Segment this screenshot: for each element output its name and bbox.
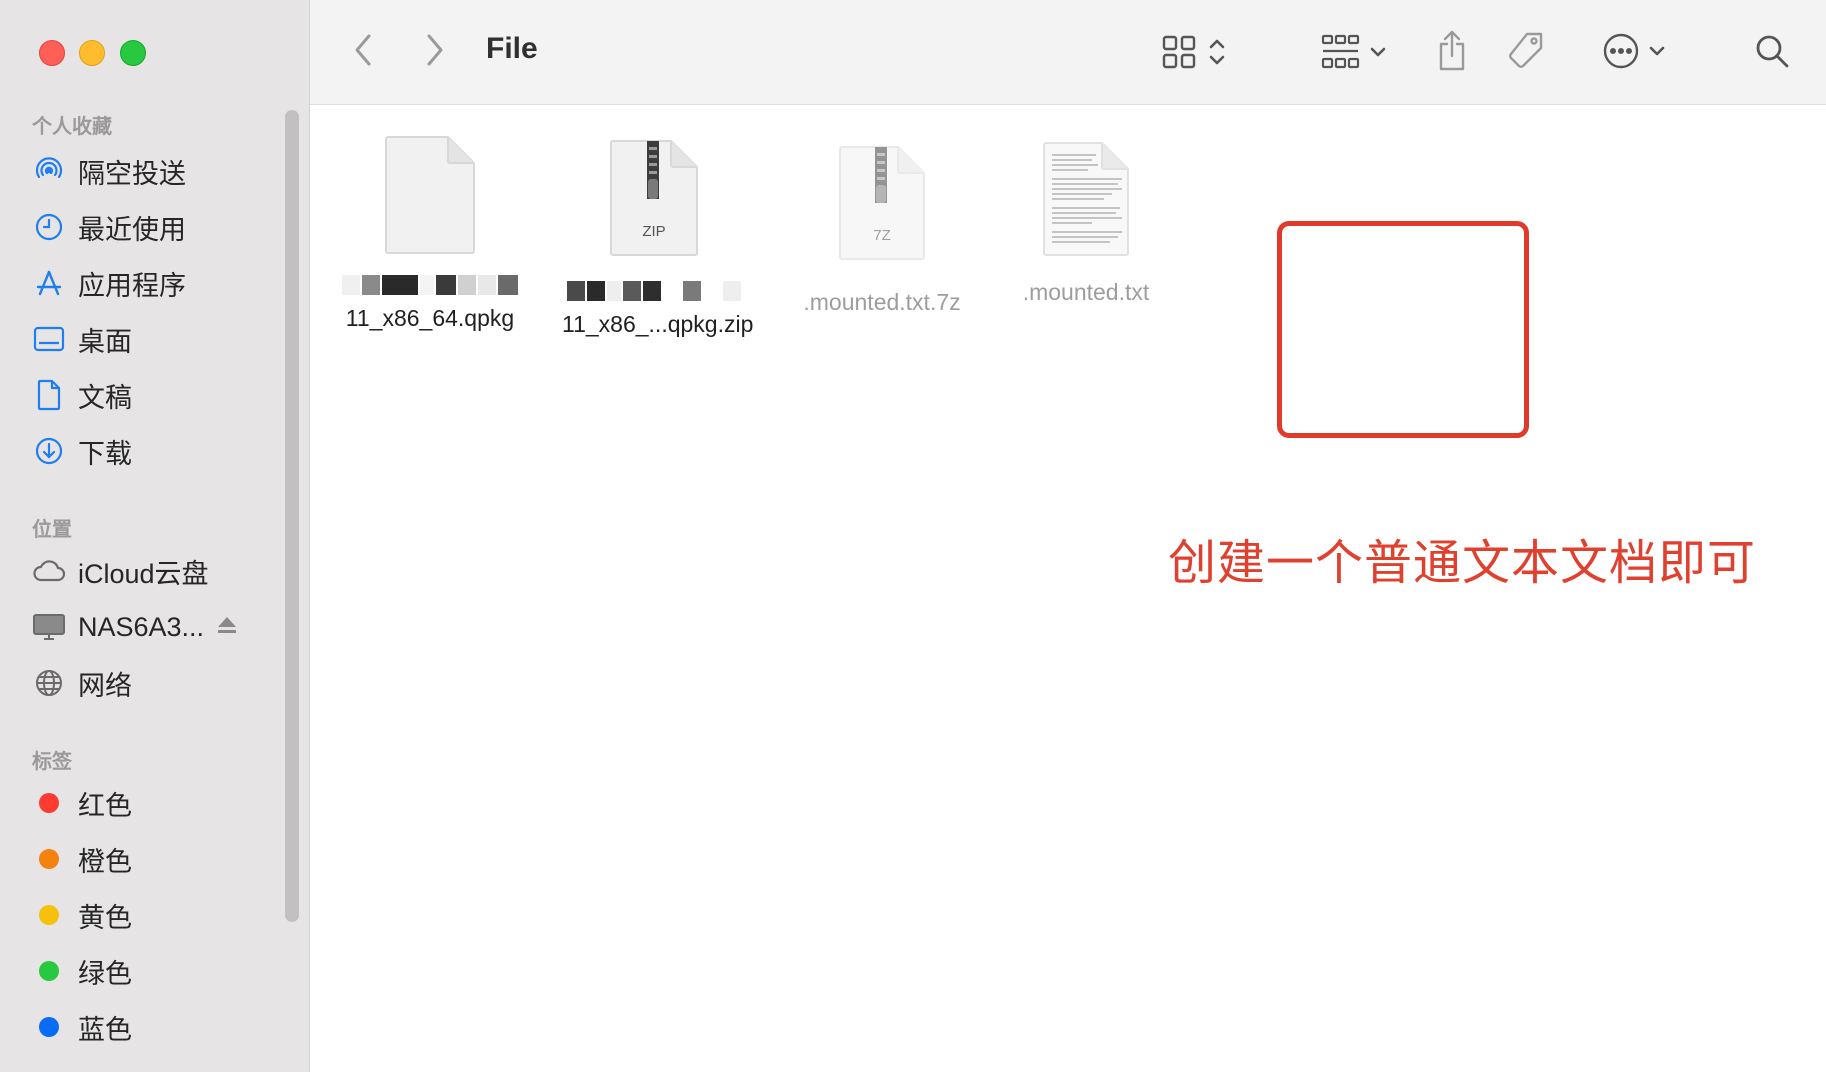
blue-tag-dot bbox=[39, 1017, 59, 1037]
file-name: 11_x86_64.qpkg bbox=[345, 305, 515, 331]
file-item[interactable]: 11_x86_64.qpkg bbox=[338, 135, 522, 365]
desktop-icon bbox=[32, 322, 66, 356]
sidebar-item-documents[interactable]: 文稿 bbox=[32, 373, 132, 417]
file-area: 11_x86_64.qpkg ZIP 11_x86_...qpkg.zip 7Z… bbox=[310, 105, 1826, 1072]
toolbar: File bbox=[310, 0, 1826, 105]
sidebar-tag-blue[interactable]: 蓝色 bbox=[32, 1005, 132, 1049]
eject-icon[interactable] bbox=[216, 615, 238, 640]
globe-icon bbox=[32, 666, 66, 700]
locations-header: 位置 bbox=[32, 519, 72, 541]
sidebar-item-label: 最近使用 bbox=[78, 214, 186, 245]
sidebar-item-label: 网络 bbox=[78, 670, 132, 701]
tags-header: 标签 bbox=[32, 751, 72, 773]
airdrop-icon bbox=[32, 154, 66, 188]
green-tag-dot bbox=[39, 961, 59, 981]
tag-icon bbox=[1509, 32, 1543, 68]
sidebar-item-network[interactable]: 网络 bbox=[32, 661, 132, 705]
sidebar-item-label: 隔空投送 bbox=[78, 158, 186, 189]
sidebar-item-label: 蓝色 bbox=[78, 1014, 132, 1045]
redacted-name-blocks bbox=[338, 275, 522, 295]
sidebar-item-label: 绿色 bbox=[78, 958, 132, 989]
search-icon bbox=[1756, 35, 1789, 68]
minimize-window-button[interactable] bbox=[79, 40, 105, 66]
sidebar: 个人收藏 隔空投送 最近使用 应用程序 桌面 文稿 下载 位置 iCloud云盘… bbox=[0, 0, 310, 1072]
file-name: 11_x86_...qpkg.zip bbox=[562, 311, 754, 337]
search-button[interactable] bbox=[1750, 28, 1794, 74]
sidebar-item-icloud[interactable]: iCloud云盘 bbox=[32, 549, 209, 593]
share-button[interactable] bbox=[1432, 26, 1472, 76]
window-title: File bbox=[486, 32, 538, 65]
group-view-icon bbox=[1321, 34, 1360, 69]
annotation-text: 创建一个普通文本文档即可 bbox=[1168, 537, 1757, 590]
file-name: .mounted.txt.7z bbox=[803, 289, 961, 315]
favorites-header: 个人收藏 bbox=[32, 116, 112, 138]
sidebar-tag-red[interactable]: 红色 bbox=[32, 781, 132, 825]
monitor-icon bbox=[32, 610, 66, 644]
sidebar-item-label: 黄色 bbox=[78, 902, 132, 933]
clock-icon bbox=[32, 210, 66, 244]
chevron-left-icon bbox=[355, 34, 371, 66]
sidebar-item-label: 文稿 bbox=[78, 382, 132, 413]
sidebar-item-desktop[interactable]: 桌面 bbox=[32, 317, 132, 361]
file-item[interactable]: 7Z .mounted.txt.7z bbox=[786, 145, 978, 375]
ellipsis-circle-icon bbox=[1603, 33, 1639, 69]
file-item[interactable]: .mounted.txt bbox=[986, 141, 1186, 341]
chevron-down-icon bbox=[1370, 47, 1386, 57]
text-file-icon bbox=[1042, 141, 1130, 262]
sidebar-item-label: 桌面 bbox=[78, 326, 132, 357]
zip-file-icon bbox=[609, 139, 699, 262]
more-actions-button[interactable] bbox=[1594, 28, 1674, 74]
sidebar-item-label: 红色 bbox=[78, 790, 132, 821]
orange-tag-dot bbox=[39, 849, 59, 869]
sidebar-item-label: 下载 bbox=[78, 438, 132, 469]
sidebar-item-applications[interactable]: 应用程序 bbox=[32, 261, 186, 305]
forward-button[interactable] bbox=[420, 30, 450, 70]
chevron-updown-icon bbox=[1209, 39, 1225, 65]
sidebar-item-airdrop[interactable]: 隔空投送 bbox=[32, 149, 186, 193]
group-button[interactable] bbox=[1314, 30, 1394, 74]
document-icon bbox=[32, 378, 66, 412]
back-button[interactable] bbox=[348, 30, 378, 70]
chevron-down-icon bbox=[1649, 46, 1665, 56]
sidebar-scrollbar[interactable] bbox=[285, 110, 299, 922]
file-name: .mounted.txt bbox=[1022, 279, 1150, 305]
cloud-icon bbox=[32, 554, 66, 588]
grid-view-icon bbox=[1162, 35, 1196, 69]
finder-window: 个人收藏 隔空投送 最近使用 应用程序 桌面 文稿 下载 位置 iCloud云盘… bbox=[0, 0, 1826, 1072]
tag-button[interactable] bbox=[1504, 28, 1548, 74]
sidebar-item-label: 橙色 bbox=[78, 846, 132, 877]
view-mode-button[interactable] bbox=[1154, 30, 1234, 74]
generic-file-icon bbox=[384, 135, 476, 260]
sidebar-tag-yellow[interactable]: 黄色 bbox=[32, 893, 132, 937]
sidebar-tag-orange[interactable]: 橙色 bbox=[32, 837, 132, 881]
file-item[interactable]: ZIP 11_x86_...qpkg.zip bbox=[562, 139, 754, 369]
close-window-button[interactable] bbox=[39, 40, 65, 66]
sidebar-item-label: NAS6A3... bbox=[78, 611, 205, 642]
chevron-right-icon bbox=[427, 34, 443, 66]
redacted-name-blocks bbox=[562, 281, 746, 301]
sidebar-tag-green[interactable]: 绿色 bbox=[32, 949, 132, 993]
zip-badge: ZIP bbox=[642, 223, 666, 240]
red-tag-dot bbox=[39, 793, 59, 813]
selection-highlight-box bbox=[1277, 221, 1529, 438]
7z-badge: 7Z bbox=[873, 227, 891, 244]
applications-icon bbox=[32, 266, 66, 300]
7z-file-icon bbox=[838, 145, 926, 266]
sidebar-item-recents[interactable]: 最近使用 bbox=[32, 205, 186, 249]
sidebar-item-downloads[interactable]: 下载 bbox=[32, 429, 132, 473]
sidebar-item-nas[interactable]: NAS6A3... bbox=[32, 605, 238, 649]
sidebar-item-label: iCloud云盘 bbox=[78, 558, 209, 589]
yellow-tag-dot bbox=[39, 905, 59, 925]
share-icon bbox=[1439, 30, 1465, 71]
zoom-window-button[interactable] bbox=[120, 40, 146, 66]
download-icon bbox=[32, 434, 66, 468]
sidebar-item-label: 应用程序 bbox=[78, 270, 186, 301]
